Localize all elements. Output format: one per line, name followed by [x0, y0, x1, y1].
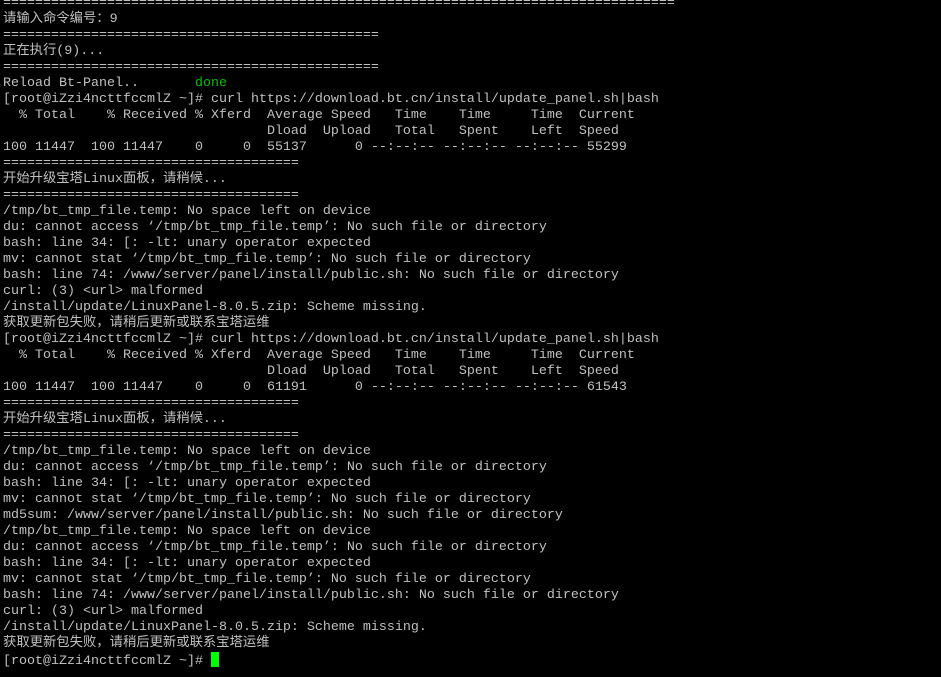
terminal-line: 开始升级宝塔Linux面板，请稍候...	[3, 172, 675, 188]
terminal-line: 100 11447 100 11447 0 0 61191 0 --:--:--…	[3, 380, 675, 396]
terminal-line: /install/update/LinuxPanel-8.0.5.zip: Sc…	[3, 620, 675, 636]
line-text: mv: cannot stat ‘/tmp/bt_tmp_file.temp’:…	[3, 252, 531, 267]
terminal-line: % Total % Received % Xferd Average Speed…	[3, 108, 675, 124]
terminal-line: % Total % Received % Xferd Average Speed…	[3, 348, 675, 364]
terminal-line: 100 11447 100 11447 0 0 55137 0 --:--:--…	[3, 140, 675, 156]
line-text: 开始升级宝塔Linux面板，请稍候...	[3, 412, 227, 427]
terminal-line: =====================================	[3, 156, 675, 172]
line-text: 100 11447 100 11447 0 0 55137 0 --:--:--…	[3, 140, 627, 155]
line-text: 100 11447 100 11447 0 0 61191 0 --:--:--…	[3, 380, 627, 395]
line-text: bash: line 34: [: -lt: unary operator ex…	[3, 476, 371, 491]
line-text: 请输入命令编号：9	[3, 12, 118, 27]
line-text: mv: cannot stat ‘/tmp/bt_tmp_file.temp’:…	[3, 572, 531, 587]
cursor-block[interactable]	[210, 652, 219, 667]
line-text: du: cannot access ‘/tmp/bt_tmp_file.temp…	[3, 220, 547, 235]
line-text: bash: line 74: /www/server/panel/install…	[3, 268, 619, 283]
terminal-line: du: cannot access ‘/tmp/bt_tmp_file.temp…	[3, 540, 675, 556]
terminal-line: 开始升级宝塔Linux面板，请稍候...	[3, 412, 675, 428]
line-text: =====================================	[3, 156, 299, 171]
line-text: curl: (3) <url> malformed	[3, 604, 203, 619]
line-text: curl: (3) <url> malformed	[3, 284, 203, 299]
line-text: 开始升级宝塔Linux面板，请稍候...	[3, 172, 227, 187]
terminal-line: 获取更新包失败，请稍后更新或联系宝塔运维	[3, 316, 675, 332]
terminal-line: md5sum: /www/server/panel/install/public…	[3, 508, 675, 524]
terminal-line: mv: cannot stat ‘/tmp/bt_tmp_file.temp’:…	[3, 572, 675, 588]
line-text: % Total % Received % Xferd Average Speed…	[3, 108, 635, 123]
terminal-line: [root@iZzi4ncttfccmlZ ~]# curl https://d…	[3, 332, 675, 348]
terminal-line: 请输入命令编号：9	[3, 12, 675, 28]
line-text: =====================================	[3, 428, 299, 443]
line-text: Dload Upload Total Spent Left Speed	[3, 364, 619, 379]
line-text: /tmp/bt_tmp_file.temp: No space left on …	[3, 204, 371, 219]
terminal-line: ========================================…	[3, 0, 675, 12]
line-text: 获取更新包失败，请稍后更新或联系宝塔运维	[3, 316, 270, 331]
line-text: Dload Upload Total Spent Left Speed	[3, 124, 619, 139]
line-text: % Total % Received % Xferd Average Speed…	[3, 348, 635, 363]
line-text: /tmp/bt_tmp_file.temp: No space left on …	[3, 524, 371, 539]
shell-prompt: [root@iZzi4ncttfccmlZ ~]#	[3, 654, 211, 669]
terminal-line: ========================================…	[3, 60, 675, 76]
terminal-line: curl: (3) <url> malformed	[3, 604, 675, 620]
line-text: [root@iZzi4ncttfccmlZ ~]# curl https://d…	[3, 92, 659, 107]
terminal-line: /install/update/LinuxPanel-8.0.5.zip: Sc…	[3, 300, 675, 316]
terminal-line: =====================================	[3, 188, 675, 204]
terminal-line: =====================================	[3, 428, 675, 444]
terminal-output[interactable]: ===================================== ===…	[3, 0, 675, 669]
terminal-line: 获取更新包失败，请稍后更新或联系宝塔运维	[3, 636, 675, 652]
terminal-line: /tmp/bt_tmp_file.temp: No space left on …	[3, 524, 675, 540]
line-text: md5sum: /www/server/panel/install/public…	[3, 508, 563, 523]
command-prompt-line[interactable]: [root@iZzi4ncttfccmlZ ~]#	[3, 652, 675, 669]
terminal-line: =====================================	[3, 396, 675, 412]
line-text: bash: line 74: /www/server/panel/install…	[3, 588, 619, 603]
line-text: mv: cannot stat ‘/tmp/bt_tmp_file.temp’:…	[3, 492, 531, 507]
terminal-line: du: cannot access ‘/tmp/bt_tmp_file.temp…	[3, 220, 675, 236]
terminal-line: Reload Bt-Panel.. done	[3, 76, 675, 92]
line-text: /install/update/LinuxPanel-8.0.5.zip: Sc…	[3, 620, 427, 635]
terminal-line: Dload Upload Total Spent Left Speed	[3, 364, 675, 380]
terminal-line: bash: line 34: [: -lt: unary operator ex…	[3, 236, 675, 252]
line-text: 获取更新包失败，请稍后更新或联系宝塔运维	[3, 636, 270, 651]
terminal-line: curl: (3) <url> malformed	[3, 284, 675, 300]
line-text: [root@iZzi4ncttfccmlZ ~]# curl https://d…	[3, 332, 659, 347]
terminal-line: ========================================…	[3, 28, 675, 44]
terminal-line: Dload Upload Total Spent Left Speed	[3, 124, 675, 140]
terminal-line: /tmp/bt_tmp_file.temp: No space left on …	[3, 444, 675, 460]
line-text: ========================================…	[3, 60, 379, 75]
line-text: 正在执行(9)...	[3, 44, 105, 59]
line-text: /tmp/bt_tmp_file.temp: No space left on …	[3, 444, 371, 459]
terminal-line: bash: line 34: [: -lt: unary operator ex…	[3, 556, 675, 572]
line-text: du: cannot access ‘/tmp/bt_tmp_file.temp…	[3, 460, 547, 475]
terminal-line: bash: line 74: /www/server/panel/install…	[3, 588, 675, 604]
terminal-line: /tmp/bt_tmp_file.temp: No space left on …	[3, 204, 675, 220]
line-text: =====================================	[3, 396, 299, 411]
terminal-line: bash: line 34: [: -lt: unary operator ex…	[3, 476, 675, 492]
line-text: =====================================	[3, 188, 299, 203]
line-text: ========================================…	[3, 28, 379, 43]
status-text-done: done	[194, 76, 227, 91]
terminal-line: mv: cannot stat ‘/tmp/bt_tmp_file.temp’:…	[3, 252, 675, 268]
line-text: /install/update/LinuxPanel-8.0.5.zip: Sc…	[3, 300, 427, 315]
line-text: bash: line 34: [: -lt: unary operator ex…	[3, 236, 371, 251]
line-text: du: cannot access ‘/tmp/bt_tmp_file.temp…	[3, 540, 547, 555]
terminal-line: bash: line 74: /www/server/panel/install…	[3, 268, 675, 284]
terminal-line: [root@iZzi4ncttfccmlZ ~]# curl https://d…	[3, 92, 675, 108]
line-text: Reload Bt-Panel..	[3, 76, 195, 91]
terminal-line: mv: cannot stat ‘/tmp/bt_tmp_file.temp’:…	[3, 492, 675, 508]
line-text: bash: line 34: [: -lt: unary operator ex…	[3, 556, 371, 571]
terminal-line: 正在执行(9)...	[3, 44, 675, 60]
line-text: ========================================…	[3, 0, 675, 11]
terminal-line: du: cannot access ‘/tmp/bt_tmp_file.temp…	[3, 460, 675, 476]
